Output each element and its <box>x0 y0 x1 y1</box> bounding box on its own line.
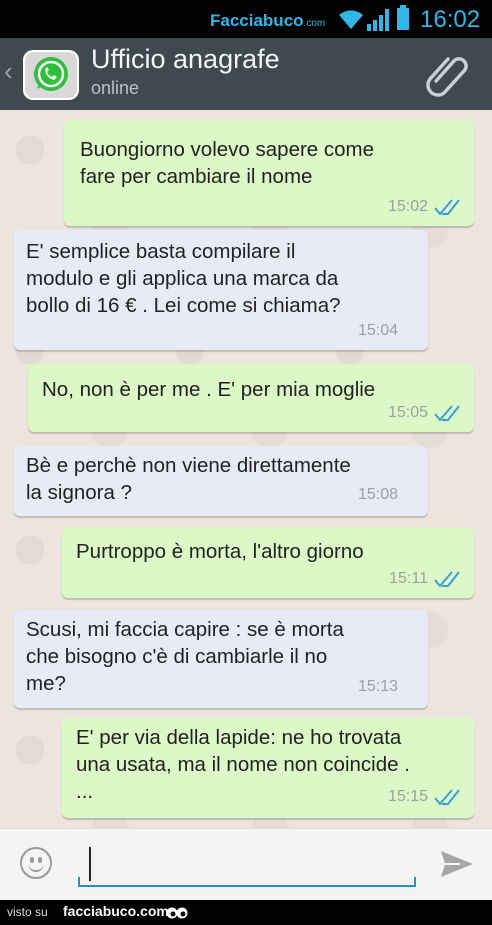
message-meta: 15:15 <box>388 783 460 810</box>
chat-header: ‹ Ufficio anagrafe online <box>0 38 492 110</box>
message-meta: 15:08 <box>358 481 398 508</box>
footer-site[interactable]: facciabuco.com <box>63 903 169 919</box>
message-outgoing[interactable]: No, non è per me . E' per mia moglie 15:… <box>28 364 474 432</box>
message-time: 15:11 <box>389 570 428 587</box>
double-check-icon <box>434 788 460 806</box>
status-bar: Facciabuco.com 16:02 <box>0 0 492 38</box>
smiley-mouth <box>28 864 44 872</box>
message-outgoing[interactable]: E' per via della lapide: ne ho trovata u… <box>62 718 474 818</box>
message-meta: 15:04 <box>358 317 398 344</box>
double-check-icon <box>434 198 460 216</box>
wifi-icon <box>339 10 363 29</box>
message-outgoing[interactable]: Purtroppo è morta, l'altro giorno 15:11 <box>62 528 474 598</box>
watermark-tld: .com <box>303 18 326 29</box>
smiley-eye <box>30 857 34 863</box>
paperclip-icon[interactable] <box>426 51 470 97</box>
message-meta: 15:02 <box>388 193 460 220</box>
message-input[interactable] <box>84 847 404 881</box>
text-cursor <box>89 847 91 881</box>
message-input-field[interactable] <box>78 843 416 887</box>
message-incoming[interactable]: E' semplice basta compilare il modulo e … <box>14 230 428 350</box>
double-check-icon <box>434 404 460 422</box>
smiley-icon[interactable] <box>20 847 52 879</box>
whatsapp-icon[interactable] <box>22 49 80 101</box>
message-text: Buongiorno volevo sapere come fare per c… <box>80 138 375 188</box>
chevron-left-icon[interactable]: ‹ <box>4 56 13 87</box>
message-incoming[interactable]: Scusi, mi faccia capire : se è morta che… <box>14 610 428 708</box>
double-check-icon <box>434 570 460 588</box>
contact-name[interactable]: Ufficio anagrafe <box>91 44 280 75</box>
signal-icon <box>367 9 389 31</box>
message-incoming[interactable]: Bè e perchè non viene direttamente la si… <box>14 446 428 516</box>
message-time: 15:05 <box>387 404 428 421</box>
message-time: 15:08 <box>357 486 398 503</box>
message-meta: 15:13 <box>358 673 398 700</box>
status-time: 16:02 <box>420 6 481 33</box>
message-outgoing[interactable]: Buongiorno volevo sapere come fare per c… <box>64 120 474 226</box>
eyes-icon <box>166 907 188 919</box>
message-list[interactable]: Buongiorno volevo sapere come fare per c… <box>0 110 492 828</box>
send-icon[interactable] <box>440 849 474 879</box>
battery-icon <box>397 5 409 30</box>
smiley-eye <box>38 857 42 863</box>
message-composer <box>0 828 492 900</box>
message-time: 15:13 <box>357 678 398 695</box>
message-time: 15:15 <box>387 788 428 805</box>
message-meta: 15:05 <box>388 399 460 426</box>
message-meta: 15:11 <box>389 565 460 592</box>
watermark-footer: visto su facciabuco.com <box>0 900 492 925</box>
message-text: Purtroppo è morta, l'altro giorno <box>76 540 364 563</box>
message-time: 15:02 <box>387 198 428 215</box>
contact-status: online <box>91 78 140 98</box>
status-watermark: Facciabuco.com <box>210 11 325 31</box>
watermark-brand: Facciabuco <box>210 11 304 30</box>
message-text: E' semplice basta compilare il modulo e … <box>26 240 341 317</box>
footer-visto-su: visto su <box>7 905 48 919</box>
message-time: 15:04 <box>357 322 398 339</box>
